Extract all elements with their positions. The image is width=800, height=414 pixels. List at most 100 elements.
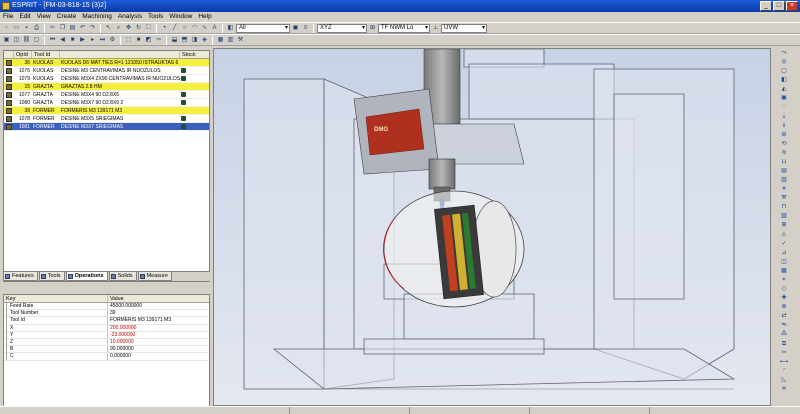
operation-row[interactable]: 1079 KUOLAS DESINE M3X4 ZX90 CENTRAVIMAS I… xyxy=(4,75,209,83)
machine-setup-icon[interactable]: ⚒ xyxy=(236,36,245,45)
menu-analysis[interactable]: Analysis xyxy=(118,12,142,22)
view-top-icon[interactable]: ⬓ xyxy=(170,36,179,45)
pan-icon[interactable]: ✥ xyxy=(124,24,133,33)
property-row[interactable]: X 200.000000 xyxy=(4,324,209,332)
trim-icon[interactable]: ✂ xyxy=(779,350,789,357)
view-side-icon[interactable]: ◨ xyxy=(190,36,199,45)
menu-window[interactable]: Window xyxy=(169,12,192,22)
line-icon[interactable]: ╱ xyxy=(170,24,179,33)
hidden-line-icon[interactable]: ◩ xyxy=(144,36,153,45)
drill-icon[interactable]: ⇣ xyxy=(779,114,789,121)
snap-icon[interactable]: ⌖ xyxy=(779,277,789,284)
tab-solids[interactable]: Solids xyxy=(108,272,137,281)
menu-create[interactable]: Create xyxy=(57,12,77,22)
chain-feature-icon[interactable]: ⤳ xyxy=(779,50,789,57)
spline-icon[interactable]: ∿ xyxy=(200,24,209,33)
hole-feature-icon[interactable]: ◎ xyxy=(779,59,789,66)
property-value[interactable]: 45000.000000 xyxy=(108,303,142,309)
select-icon[interactable]: ↖ xyxy=(104,24,113,33)
print-icon[interactable]: ⎙ xyxy=(32,24,41,33)
fit-icon[interactable]: ⛶ xyxy=(144,24,153,33)
mirror-icon[interactable]: ⇋ xyxy=(779,322,789,329)
property-row[interactable]: Y -23.000000 xyxy=(4,331,209,339)
offset-icon[interactable]: ⧉ xyxy=(779,341,789,348)
panel-splitter[interactable] xyxy=(3,285,210,291)
step-forward-icon[interactable]: ▸ xyxy=(88,36,97,45)
wireframe-icon[interactable]: ⬚ xyxy=(124,36,133,45)
property-value[interactable]: 10.000000 xyxy=(108,339,134,345)
point-icon[interactable]: • xyxy=(160,24,169,33)
simulation-end-icon[interactable]: ⏭ xyxy=(98,36,107,45)
column-tool-id[interactable]: Tool Id xyxy=(32,51,60,58)
toolpath-icon[interactable]: ⤳ xyxy=(154,36,163,45)
extend-icon[interactable]: ⟷ xyxy=(779,359,789,366)
operation-row[interactable]: 1077 GRAZTA DESINE M3X4 90 D2.8X5 xyxy=(4,91,209,99)
menu-help[interactable]: Help xyxy=(198,12,211,22)
open-folder-icon[interactable]: ▭ xyxy=(12,24,21,33)
tool-icon[interactable]: ⚒ xyxy=(779,195,789,202)
view-combo[interactable]: TF NWM Lo xyxy=(378,23,430,33)
column-opid[interactable]: OpId xyxy=(14,51,32,58)
fixture-icon[interactable]: ⊞ xyxy=(779,222,789,229)
operation-row[interactable]: 1078 FORMER DESINE M3X5 SRIEGIMAS xyxy=(4,115,209,123)
workplane-icon[interactable]: ⊞ xyxy=(368,24,377,33)
layer-icon[interactable]: ◫ xyxy=(779,259,789,266)
style-icon[interactable]: ≡ xyxy=(301,24,310,33)
holder-icon[interactable]: ⊓ xyxy=(779,204,789,211)
nc-code-icon[interactable]: ▦ xyxy=(216,36,225,45)
axis-icon[interactable]: ⊥ xyxy=(431,24,440,33)
property-row[interactable]: Tool Number 39 xyxy=(4,310,209,318)
maximize-button[interactable]: □ xyxy=(773,1,785,11)
collision-icon[interactable]: ⚠ xyxy=(779,232,789,239)
menu-edit[interactable]: Edit xyxy=(19,12,30,22)
undo-icon[interactable]: ↶ xyxy=(78,24,87,33)
simulation-settings-icon[interactable]: ⚙ xyxy=(108,36,117,45)
copy-icon[interactable]: ❐ xyxy=(58,24,67,33)
operation-row[interactable]: 36 KUOLAS KUOLAS D6 MAT TIES R=1 121050 IS… xyxy=(4,59,209,67)
tab-tools[interactable]: Tools xyxy=(38,272,65,281)
arc-icon[interactable]: ◠ xyxy=(190,24,199,33)
grid-icon[interactable]: ▦ xyxy=(779,268,789,275)
property-value[interactable]: FORMERIS M3 139171 M3 xyxy=(108,317,171,323)
origin-icon[interactable]: ⊕ xyxy=(779,304,789,311)
text-icon[interactable]: A xyxy=(210,24,219,33)
chain-icon[interactable]: ⛓ xyxy=(22,36,31,45)
pattern-icon[interactable]: ⁂ xyxy=(779,331,789,338)
color-icon[interactable]: ◼ xyxy=(291,24,300,33)
rotate-icon[interactable]: ↻ xyxy=(134,24,143,33)
property-row[interactable]: C 0.000000 xyxy=(4,353,209,361)
five-axis-icon[interactable]: ✶ xyxy=(779,186,789,193)
axis-icon[interactable]: ✚ xyxy=(779,295,789,302)
zoom-icon[interactable]: ⌕ xyxy=(114,24,123,33)
circle-icon[interactable]: ○ xyxy=(180,24,189,33)
tab-measure[interactable]: Measure xyxy=(137,272,172,281)
verify-icon[interactable]: ✓ xyxy=(779,241,789,248)
transform-icon[interactable]: ⇄ xyxy=(779,313,789,320)
contour-icon[interactable]: ◌ xyxy=(779,104,789,111)
stock-icon[interactable]: ▧ xyxy=(779,213,789,220)
solid-icon[interactable]: ▣ xyxy=(779,95,789,102)
column-stock[interactable]: Stock xyxy=(180,51,208,58)
minimize-button[interactable]: _ xyxy=(760,1,772,11)
save-icon[interactable]: ▪ xyxy=(22,24,31,33)
measure-icon[interactable]: ⊿ xyxy=(779,250,789,257)
plane-combo[interactable]: XYZ xyxy=(317,23,367,33)
delete-icon[interactable]: ✕ xyxy=(779,386,789,393)
post-processor-icon[interactable]: ▥ xyxy=(226,36,235,45)
chamfer-icon[interactable]: ◺ xyxy=(779,377,789,384)
operation-icon[interactable]: ▣ xyxy=(2,36,11,45)
finish-icon[interactable]: ▥ xyxy=(779,177,789,184)
column-name[interactable] xyxy=(60,51,180,58)
3d-viewport[interactable]: DMG xyxy=(213,48,771,406)
view-iso-icon[interactable]: ◈ xyxy=(200,36,209,45)
play-icon[interactable]: ▶ xyxy=(78,36,87,45)
new-file-icon[interactable]: ▫ xyxy=(2,24,11,33)
stop-icon[interactable]: ■ xyxy=(68,36,77,45)
rough-icon[interactable]: ▤ xyxy=(779,168,789,175)
pocket-feature-icon[interactable]: ▢ xyxy=(779,68,789,75)
menu-view[interactable]: View xyxy=(37,12,51,22)
cut-icon[interactable]: ✂ xyxy=(48,24,57,33)
step-back-icon[interactable]: ◀ xyxy=(58,36,67,45)
property-value[interactable]: 90.000000 xyxy=(108,346,134,352)
layer-combo[interactable]: All xyxy=(236,23,290,33)
